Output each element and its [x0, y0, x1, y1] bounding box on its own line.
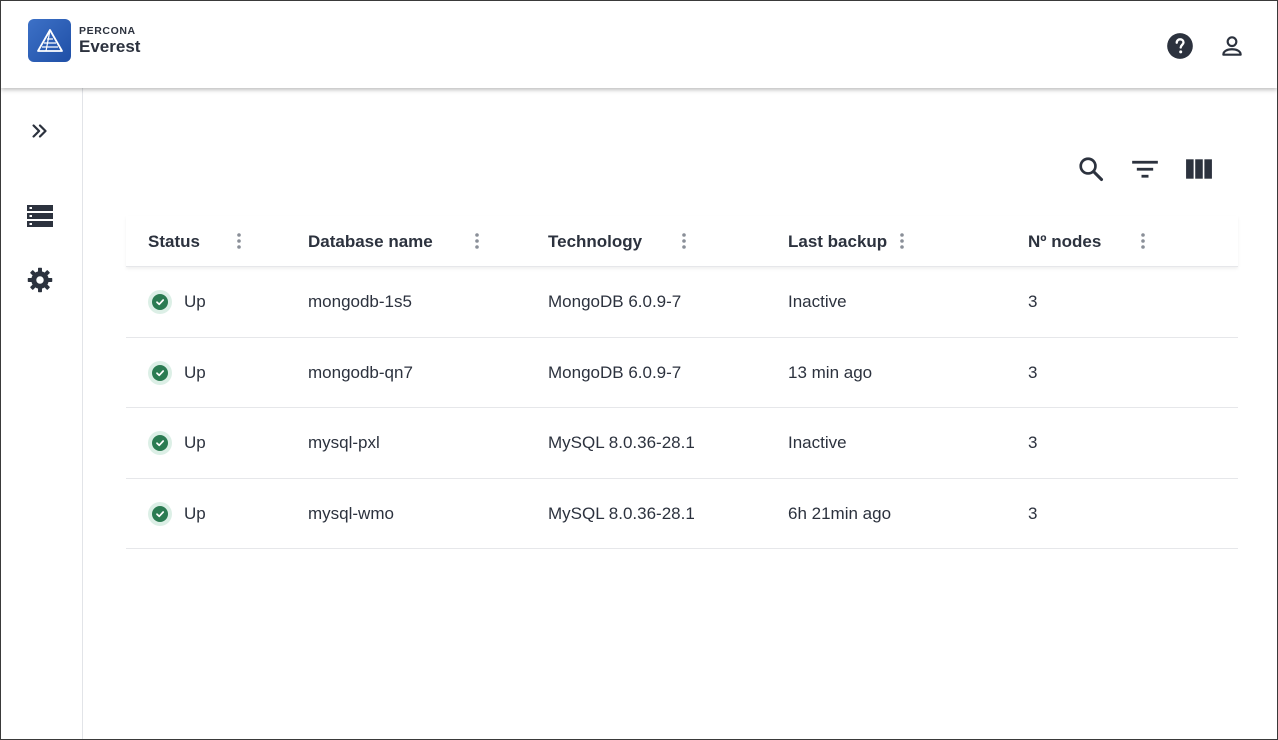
expand-sidebar-button[interactable]: [22, 113, 58, 149]
filter-icon: [1132, 160, 1158, 178]
nodes-cell: 3: [1028, 292, 1038, 311]
nodes-cell: 3: [1028, 503, 1038, 523]
status-up-icon: [148, 290, 172, 314]
status-up-icon: [148, 360, 172, 385]
more-vertical-icon: [900, 233, 904, 249]
database-name-cell: mysql-wmo: [308, 503, 394, 523]
last-backup-cell: Inactive: [788, 292, 847, 311]
column-header-last-backup[interactable]: Last backup: [788, 216, 887, 267]
table-header: Status Database name Technology Last bac…: [126, 216, 1238, 267]
status-up-icon: [148, 431, 172, 455]
everest-logo-icon: [28, 19, 71, 62]
columns-icon: [1186, 159, 1212, 179]
column-menu-database-name[interactable]: [465, 229, 489, 253]
filter-button[interactable]: [1129, 154, 1161, 184]
status-label: Up: [184, 292, 206, 311]
database-name-cell: mongodb-qn7: [308, 362, 413, 382]
search-icon: [1079, 157, 1104, 182]
top-bar: PERCONA Everest: [1, 1, 1277, 88]
status-label: Up: [184, 433, 206, 452]
status-label: Up: [184, 362, 206, 382]
status-cell: Up: [148, 267, 206, 337]
sidebar-item-settings[interactable]: [22, 262, 58, 298]
more-vertical-icon: [682, 233, 686, 249]
last-backup-cell: Inactive: [788, 433, 847, 452]
expand-chevrons-icon: [32, 124, 47, 138]
nodes-cell: 3: [1028, 362, 1038, 382]
column-header-status[interactable]: Status: [148, 216, 200, 267]
settings-gear-icon: [27, 267, 53, 293]
databases-table: Status Database name Technology Last bac…: [126, 216, 1238, 549]
app-frame: PERCONA Everest Status Database name Tec…: [0, 0, 1278, 740]
table-toolbar: [1075, 154, 1215, 184]
status-up-icon: [148, 501, 172, 526]
user-icon: [1222, 36, 1242, 56]
help-icon: [1167, 33, 1193, 59]
technology-cell: MongoDB 6.0.9-7: [548, 292, 682, 311]
user-profile-button[interactable]: [1217, 31, 1247, 61]
help-button[interactable]: [1165, 31, 1195, 61]
status-cell: Up: [148, 338, 206, 408]
product-name: Everest: [79, 36, 141, 56]
more-vertical-icon: [475, 233, 479, 249]
table-row[interactable]: Up mysql-pxl MySQL 8.0.36-28.1 Inactive …: [126, 408, 1238, 479]
table-row[interactable]: Up mysql-wmo MySQL 8.0.36-28.1 6h 21min …: [126, 479, 1238, 549]
columns-button[interactable]: [1183, 154, 1215, 184]
database-list-icon: [27, 205, 53, 227]
side-navigation: [1, 88, 83, 739]
column-menu-status[interactable]: [227, 229, 251, 253]
more-vertical-icon: [1141, 233, 1145, 249]
technology-cell: MySQL 8.0.36-28.1: [548, 433, 695, 452]
database-name-cell: mongodb-1s5: [308, 292, 412, 311]
table-row[interactable]: Up mongodb-qn7 MongoDB 6.0.9-7 13 min ag…: [126, 338, 1238, 408]
status-cell: Up: [148, 479, 206, 549]
status-label: Up: [184, 503, 206, 523]
column-header-database-name[interactable]: Database name: [308, 216, 433, 267]
column-header-technology[interactable]: Technology: [548, 216, 642, 267]
last-backup-cell: 13 min ago: [788, 362, 873, 382]
more-vertical-icon: [237, 233, 241, 249]
status-cell: Up: [148, 408, 206, 478]
database-name-cell: mysql-pxl: [308, 433, 380, 452]
percona-everest-logo[interactable]: PERCONA Everest: [28, 19, 140, 62]
column-menu-nodes[interactable]: [1131, 229, 1155, 253]
technology-cell: MongoDB 6.0.9-7: [548, 362, 682, 382]
main-content: Status Database name Technology Last bac…: [84, 88, 1277, 739]
sidebar-item-databases[interactable]: [22, 198, 58, 234]
nodes-cell: 3: [1028, 433, 1038, 452]
search-button[interactable]: [1075, 154, 1107, 184]
brand-name: PERCONA: [79, 25, 136, 38]
technology-cell: MySQL 8.0.36-28.1: [548, 503, 695, 523]
column-header-nodes[interactable]: Nº nodes: [1028, 216, 1101, 267]
column-menu-last-backup[interactable]: [890, 229, 914, 253]
last-backup-cell: 6h 21min ago: [788, 503, 892, 523]
table-row[interactable]: Up mongodb-1s5 MongoDB 6.0.9-7 Inactive …: [126, 267, 1238, 338]
column-menu-technology[interactable]: [672, 229, 696, 253]
